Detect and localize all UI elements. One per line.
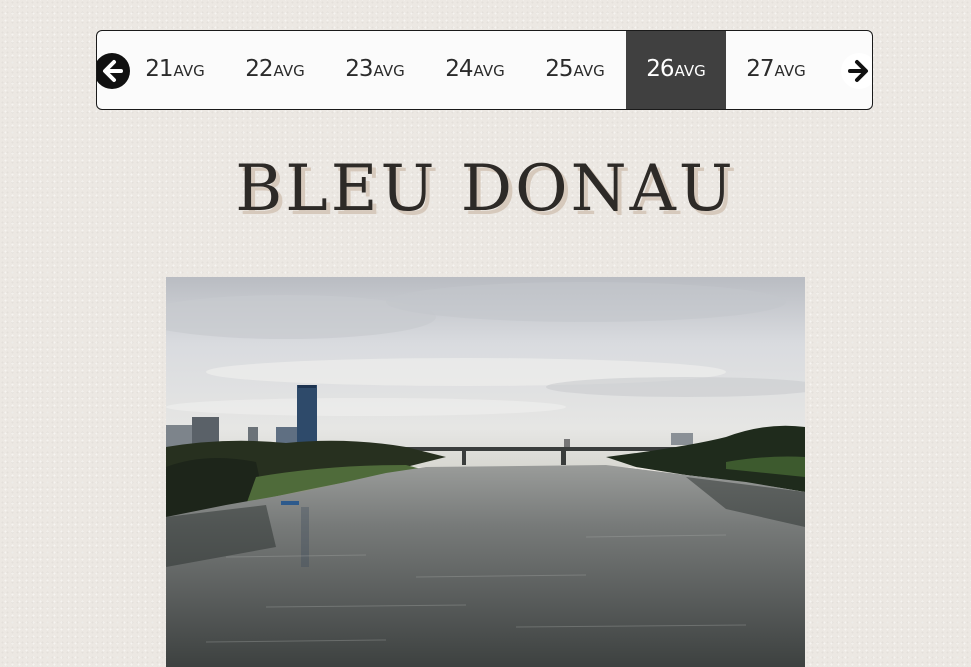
date-number: 26 xyxy=(646,56,674,82)
date-month: avg xyxy=(173,62,205,80)
date-number: 25 xyxy=(545,56,573,82)
date-month: avg xyxy=(473,62,505,80)
date-month: avg xyxy=(674,62,706,80)
danube-photo xyxy=(166,277,805,667)
date-item-22[interactable]: 22 avg xyxy=(225,31,325,109)
date-month: avg xyxy=(373,62,405,80)
date-item-27[interactable]: 27 avg xyxy=(726,31,826,109)
date-month: avg xyxy=(273,62,305,80)
date-item-25[interactable]: 25 avg xyxy=(525,31,625,109)
date-navigation: 21 avg 22 avg 23 avg 24 avg 25 avg 26 avg 27 av… xyxy=(96,30,873,110)
date-item-26-active[interactable]: 26 avg xyxy=(626,31,726,109)
date-number: 21 xyxy=(145,56,173,82)
next-arrow-icon[interactable] xyxy=(841,53,872,89)
date-number: 27 xyxy=(746,56,774,82)
date-item-24[interactable]: 24 avg xyxy=(425,31,525,109)
date-number: 22 xyxy=(245,56,273,82)
date-month: avg xyxy=(573,62,605,80)
date-number: 24 xyxy=(445,56,473,82)
river-landscape-image xyxy=(166,277,805,667)
date-month: avg xyxy=(774,62,806,80)
post-title: Bleu Donau xyxy=(235,152,736,226)
date-item-21[interactable]: 21 avg xyxy=(125,31,225,109)
date-number: 23 xyxy=(345,56,373,82)
date-item-23[interactable]: 23 avg xyxy=(325,31,425,109)
